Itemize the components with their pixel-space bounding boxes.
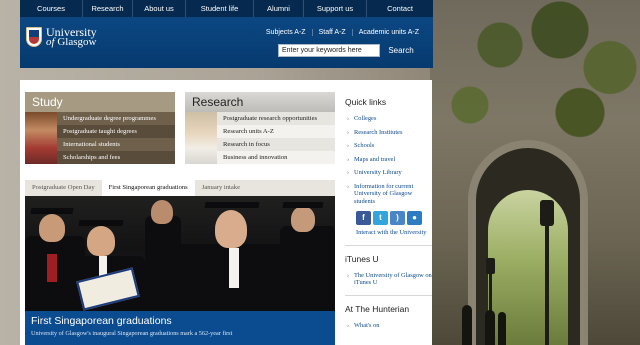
itunes-link[interactable]: The University of Glasgow on iTunes U (345, 272, 432, 287)
mortarboard (78, 220, 124, 226)
university-logo[interactable]: University of Glasgow (26, 26, 97, 48)
quick-links: Colleges Research Institutes Schools Map… (345, 115, 432, 205)
quick-link-maps[interactable]: Maps and travel (345, 156, 432, 164)
nav-about-us[interactable]: About us (133, 0, 186, 17)
sidebar-divider (345, 294, 432, 296)
graduate-face (39, 214, 65, 242)
research-box: Research Postgraduate research opportuni… (185, 92, 335, 164)
study-box: Study Undergraduate degree programmes Po… (25, 92, 175, 164)
social-icons: f t ) ● (356, 211, 432, 225)
sidebar: Quick links Colleges Research Institutes… (345, 80, 432, 345)
study-link[interactable]: Postgraduate taught degrees (57, 125, 175, 138)
quick-link-current-students[interactable]: Information for current University of Gl… (345, 183, 432, 206)
feature-photo-graduates[interactable] (25, 196, 335, 311)
graduate-gown (280, 226, 335, 311)
site-header: University of Glasgow Subjects A-Z Staff… (20, 17, 433, 68)
tab-january-intake[interactable]: January intake (195, 180, 247, 196)
quick-link-research-institutes[interactable]: Research Institutes (345, 129, 432, 137)
nav-support-us[interactable]: Support us (304, 0, 367, 17)
top-nav: Courses Research About us Student life A… (20, 0, 433, 17)
logo-line-glasgow: of Glasgow (46, 36, 97, 48)
nav-contact[interactable]: Contact (367, 0, 433, 17)
nav-research[interactable]: Research (83, 0, 133, 17)
logo-of: of (46, 36, 55, 48)
mortarboard (204, 202, 260, 208)
nav-student-life[interactable]: Student life (186, 0, 254, 17)
search-input[interactable]: Enter your keywords here (278, 44, 380, 57)
quick-links-heading: Quick links (345, 97, 387, 107)
street-lamp-small (486, 258, 495, 274)
silhouette-person (462, 305, 472, 345)
itunes-links: The University of Glasgow on iTunes U (345, 272, 432, 287)
quick-link-library[interactable]: University Library (345, 169, 432, 177)
nav-courses[interactable]: Courses (20, 0, 83, 17)
tab-open-day[interactable]: Postgraduate Open Day (25, 180, 102, 196)
study-student-photo (25, 112, 57, 164)
feature-title[interactable]: First Singaporean graduations (31, 315, 329, 327)
flickr-icon[interactable]: ● (407, 211, 422, 225)
rss-icon[interactable]: ) (390, 211, 405, 225)
header-utility-links: Subjects A-Z Staff A-Z Academic units A-… (260, 29, 425, 36)
study-links: Undergraduate degree programmes Postgrad… (57, 112, 175, 164)
graduate-face (215, 210, 247, 248)
street-lamp (540, 200, 554, 226)
tab-singapore-graduations[interactable]: First Singaporean graduations (101, 180, 195, 196)
silhouette-person (498, 312, 506, 345)
feature-subtitle: University of Glasgow's inaugural Singap… (31, 330, 233, 337)
itunes-heading: iTunes U (345, 253, 379, 264)
logo-glasgow: Glasgow (57, 36, 97, 48)
hunterian-links: What's on (345, 322, 432, 330)
facebook-icon[interactable]: f (356, 211, 371, 225)
graduate-collar (229, 248, 239, 288)
study-link[interactable]: International students (57, 138, 175, 151)
mortarboard (30, 208, 74, 214)
study-link[interactable]: Scholarships and fees (57, 151, 175, 164)
quick-link-schools[interactable]: Schools (345, 142, 432, 150)
link-academic-units-az[interactable]: Academic units A-Z (351, 29, 425, 36)
research-link[interactable]: Research in focus (217, 138, 335, 151)
link-staff-az[interactable]: Staff A-Z (311, 29, 352, 36)
graduate-hood (47, 254, 57, 282)
study-link[interactable]: Undergraduate degree programmes (57, 112, 175, 125)
feature-caption[interactable]: First Singaporean graduations University… (25, 311, 335, 345)
link-subjects-az[interactable]: Subjects A-Z (260, 29, 312, 36)
search-button[interactable]: Search (382, 43, 420, 58)
research-link[interactable]: Postgraduate research opportunities (217, 112, 335, 125)
graduate-face (151, 200, 173, 224)
research-title[interactable]: Research (185, 92, 335, 112)
research-lab-photo (185, 112, 217, 164)
silhouette-person (485, 310, 495, 345)
feature-tabs: Postgraduate Open Day First Singaporean … (25, 180, 335, 196)
research-links: Postgraduate research opportunities Rese… (217, 112, 335, 164)
twitter-icon[interactable]: t (373, 211, 388, 225)
graduate-face (87, 226, 115, 256)
interact-link[interactable]: Interact with the University (356, 229, 432, 237)
nav-alumni[interactable]: Alumni (254, 0, 304, 17)
research-link[interactable]: Business and innovation (217, 151, 335, 164)
research-link[interactable]: Research units A-Z (217, 125, 335, 138)
crest-icon (26, 27, 42, 47)
graduate-face (291, 206, 315, 232)
tree-foliage (440, 0, 640, 150)
logo-wordmark: University of Glasgow (46, 26, 97, 48)
study-title[interactable]: Study (25, 92, 175, 112)
hunterian-whats-on-link[interactable]: What's on (345, 322, 432, 330)
quick-link-colleges[interactable]: Colleges (345, 115, 432, 123)
mortarboard (282, 202, 324, 208)
lamp-post (545, 225, 549, 345)
sidebar-divider (345, 244, 432, 246)
hunterian-heading: At The Hunterian (345, 303, 410, 314)
